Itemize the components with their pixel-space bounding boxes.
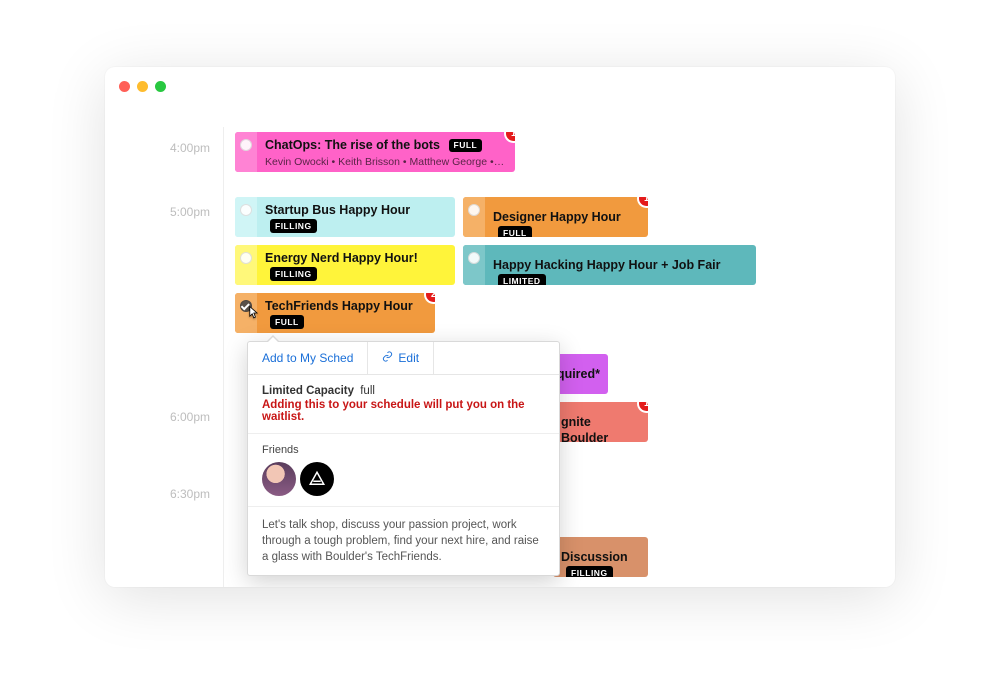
friends-avatars xyxy=(262,462,545,496)
event-checkbox-stripe xyxy=(463,245,485,285)
friends-section: Friends xyxy=(248,434,559,507)
window-minimize-button[interactable] xyxy=(137,81,148,92)
event-card-startup-bus[interactable]: Startup Bus Happy Hour FILLING Mitch Nef… xyxy=(235,197,455,237)
event-checkbox-stripe xyxy=(235,132,257,172)
status-badge: FULL xyxy=(498,226,532,237)
time-label-630pm: 6:30pm xyxy=(155,487,210,501)
event-speakers: Beth Hartman xyxy=(265,284,447,285)
description-section: Let's talk shop, discuss your passion pr… xyxy=(248,507,559,575)
event-description: Let's talk shop, discuss your passion pr… xyxy=(262,517,545,565)
notification-badge: 2 xyxy=(426,293,435,302)
window-controls xyxy=(119,81,166,92)
event-card-chatops[interactable]: ChatOps: The rise of the bots FULL Kevin… xyxy=(235,132,515,172)
event-title: Discussion xyxy=(561,550,628,564)
event-checkbox-stripe xyxy=(235,197,257,237)
event-title: Startup Bus Happy Hour xyxy=(265,203,410,217)
event-checkbox[interactable] xyxy=(240,252,252,264)
event-title: gnite Boulder xyxy=(561,415,608,442)
edit-icon xyxy=(382,351,393,365)
event-checkbox[interactable] xyxy=(468,204,480,216)
event-speakers: Jesse Litton • Dave Stadler xyxy=(265,332,427,333)
event-title: Designer Happy Hour xyxy=(493,210,621,224)
event-speakers: Kevin Owocki • Keith Brisson • Matthew G… xyxy=(265,156,507,169)
event-card-discussion[interactable]: Discussion FILLING xyxy=(553,537,648,577)
status-badge: FILLING xyxy=(566,566,613,577)
event-checkbox[interactable] xyxy=(468,252,480,264)
notification-badge: 1 xyxy=(506,132,515,141)
event-card-designer[interactable]: Designer Happy Hour FULL 1 xyxy=(463,197,648,237)
event-title: Energy Nerd Happy Hour! xyxy=(265,251,418,265)
add-label: Add to My Sched xyxy=(262,351,353,365)
avatar[interactable] xyxy=(300,462,334,496)
status-badge: FULL xyxy=(270,315,304,329)
time-label-6pm: 6:00pm xyxy=(155,410,210,424)
notification-badge: 1 xyxy=(639,402,648,411)
event-title: Happy Hacking Happy Hour + Job Fair xyxy=(493,258,720,272)
edit-button[interactable]: Edit xyxy=(368,342,434,374)
event-checkbox[interactable] xyxy=(240,204,252,216)
event-checkbox-stripe xyxy=(235,293,257,333)
capacity-label: Limited Capacity full xyxy=(262,385,545,397)
window-zoom-button[interactable] xyxy=(155,81,166,92)
schedule-grid: 4:00pm 5:00pm 6:00pm 6:30pm ChatOps: The… xyxy=(135,127,875,587)
avatar[interactable] xyxy=(262,462,296,496)
timeline-divider xyxy=(223,127,224,587)
friends-label: Friends xyxy=(262,444,545,456)
status-badge: FILLING xyxy=(270,267,317,281)
notification-badge: 1 xyxy=(639,197,648,206)
app-window: 4:00pm 5:00pm 6:00pm 6:30pm ChatOps: The… xyxy=(105,67,895,587)
capacity-section: Limited Capacity full Adding this to you… xyxy=(248,375,559,434)
popover-tabs: Add to My Sched Edit xyxy=(248,342,559,375)
edit-label: Edit xyxy=(398,351,419,365)
event-card-energy-nerd[interactable]: Energy Nerd Happy Hour! FILLING Beth Har… xyxy=(235,245,455,285)
event-checkbox[interactable] xyxy=(240,139,252,151)
time-label-4pm: 4:00pm xyxy=(155,141,210,155)
add-to-sched-button[interactable]: Add to My Sched xyxy=(248,342,368,374)
event-title: ChatOps: The rise of the bots xyxy=(265,138,440,152)
window-close-button[interactable] xyxy=(119,81,130,92)
status-badge: LIMITED xyxy=(498,274,546,285)
event-speakers: Mitch Neff xyxy=(265,236,447,237)
waitlist-warning: Adding this to your schedule will put yo… xyxy=(262,399,545,423)
event-checkbox-stripe xyxy=(235,245,257,285)
event-card-ignite[interactable]: gnite Boulder 1 xyxy=(553,402,648,442)
event-checkbox-stripe xyxy=(463,197,485,237)
event-title: TechFriends Happy Hour xyxy=(265,299,413,313)
status-badge: FILLING xyxy=(270,219,317,233)
event-card-happy-hacking[interactable]: Happy Hacking Happy Hour + Job Fair LIMI… xyxy=(463,245,756,285)
time-label-5pm: 5:00pm xyxy=(155,205,210,219)
event-card-techfriends[interactable]: TechFriends Happy Hour FULL Jesse Litton… xyxy=(235,293,435,333)
event-checkbox-checked[interactable] xyxy=(240,300,252,312)
event-popover: Add to My Sched Edit Limited Capacity fu… xyxy=(247,341,560,576)
status-badge: FULL xyxy=(449,139,483,153)
